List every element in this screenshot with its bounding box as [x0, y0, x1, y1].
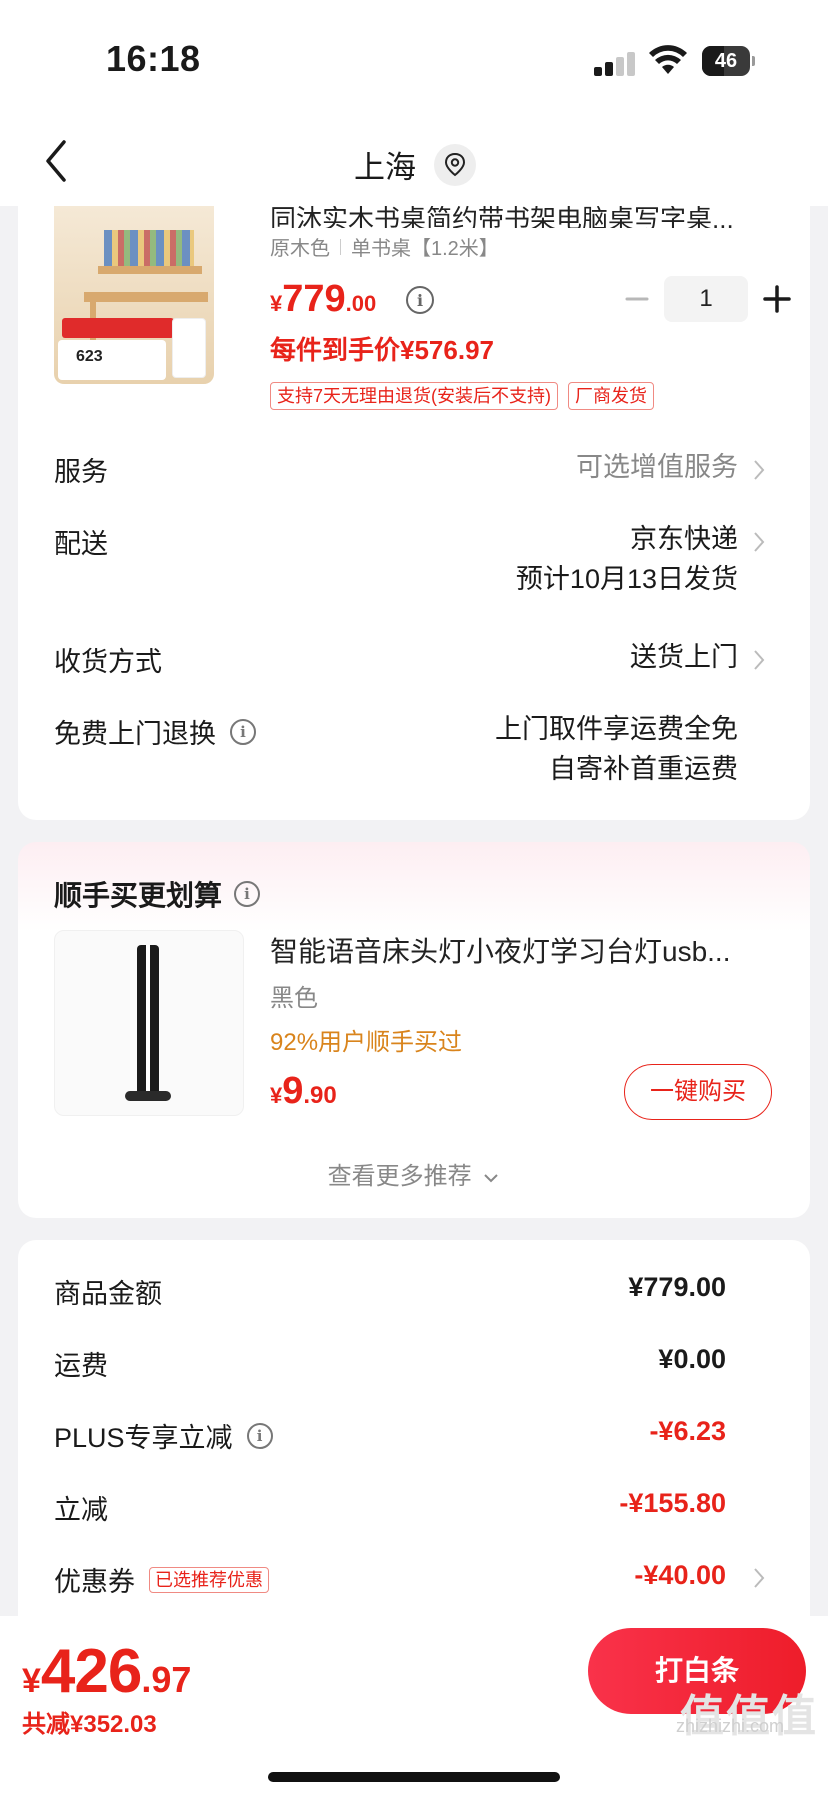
watermark-text: zhizhizhi.com [676, 1716, 785, 1736]
total-symbol: ¥ [22, 1662, 41, 1700]
vendor-shipping-tag: 厂商发货 [568, 382, 654, 410]
free-return-label: 免费上门退换 [54, 719, 216, 749]
bundle-info-icon[interactable]: i [234, 881, 261, 907]
product-name[interactable]: 同沐实木书桌简约带书架电脑桌写字桌... [270, 206, 780, 228]
coupon-row[interactable]: 优惠券 已选推荐优惠 -¥40.00 [18, 1560, 810, 1600]
service-row[interactable]: 服务 可选增值服务 [18, 450, 810, 500]
bundle-title-group: 顺手买更划算 i [54, 874, 261, 914]
spec-divider [340, 238, 341, 255]
nav-bar: 上海 [0, 118, 828, 206]
instant-discount-value: -¥155.80 [619, 1488, 726, 1518]
total-price: ¥ 426 .97 [22, 1636, 191, 1707]
one-click-buy-button[interactable]: 一键购买 [624, 1064, 772, 1120]
price-integer: 9 [282, 1070, 304, 1112]
status-bar: 16:18 46 [0, 0, 828, 118]
quantity-minus-button[interactable] [622, 284, 652, 314]
status-time: 16:18 [106, 38, 201, 79]
delivery-label: 配送 [54, 529, 108, 559]
free-return-info-icon[interactable]: i [230, 718, 256, 745]
more-recommendations-link[interactable]: 查看更多推荐 [18, 1156, 810, 1191]
plus-discount-row: PLUS专享立减 i -¥6.23 [18, 1416, 810, 1456]
plus-info-icon[interactable]: i [246, 1422, 273, 1449]
free-return-label-group: 免费上门退换 i [54, 712, 256, 751]
shipping-row: 运费 ¥0.00 [18, 1344, 810, 1384]
product-spec-size: 单书桌【1.2米】 [351, 238, 499, 260]
chevron-right-icon [754, 650, 765, 670]
receive-method-row[interactable]: 收货方式 送货上门 [18, 640, 810, 690]
service-tags: 支持7天无理由退货(安装后不支持) 厂商发货 [270, 382, 654, 410]
price-symbol: ¥ [270, 291, 283, 316]
chevron-down-icon [484, 1173, 499, 1183]
bundle-product-image[interactable] [54, 930, 244, 1116]
price-decimal: .90 [303, 1082, 337, 1109]
battery-level: 46 [714, 50, 738, 72]
goods-amount-row: 商品金额 ¥779.00 [18, 1272, 810, 1312]
free-return-value-2: 自寄补首重运费 [549, 754, 738, 784]
bundle-title: 顺手买更划算 [54, 880, 223, 911]
product-spec-color: 原木色 [270, 238, 330, 260]
plus-discount-value: -¥6.23 [649, 1416, 726, 1446]
bundle-card: 顺手买更划算 i 智能语音床头灯小夜灯学习台灯usb... 黑色 92%用户顺手… [18, 842, 810, 1218]
coupon-value: -¥40.00 [634, 1560, 726, 1590]
back-arrow-icon[interactable] [38, 136, 72, 186]
instant-discount-label: 立减 [54, 1495, 108, 1525]
plus-discount-label: PLUS专享立减 [54, 1423, 233, 1453]
quantity-value[interactable]: 1 [664, 276, 748, 322]
location-selector[interactable]: 上海 [354, 142, 476, 187]
coupon-selected-tag: 已选推荐优惠 [149, 1566, 269, 1593]
service-label: 服务 [54, 457, 108, 487]
nav-title: 上海 [354, 150, 416, 185]
chevron-right-icon [754, 460, 765, 480]
coupon-label-group: 优惠券 已选推荐优惠 [54, 1560, 269, 1599]
signal-icon [594, 52, 636, 76]
price-symbol: ¥ [270, 1083, 283, 1108]
product-price: ¥ 779 .00 [270, 278, 376, 321]
location-pin-icon [434, 143, 476, 186]
goods-amount-label: 商品金额 [54, 1279, 162, 1309]
battery-icon: 46 [702, 46, 755, 76]
chevron-right-icon [754, 1568, 765, 1588]
checkout-bar: ¥ 426 .97 共减¥352.03 打白条 值值值 zhizhizhi.co… [0, 1616, 828, 1796]
shipping-label: 运费 [54, 1351, 108, 1381]
return-policy-tag: 支持7天无理由退货(安装后不支持) [270, 382, 558, 410]
free-return-row: 免费上门退换 i 上门取件享运费全免 自寄补首重运费 [18, 712, 810, 802]
coupon-label: 优惠券 [54, 1567, 135, 1597]
wifi-icon [649, 45, 687, 74]
total-decimal: .97 [141, 1659, 192, 1700]
service-value: 可选增值服务 [576, 452, 738, 482]
shipping-value: ¥0.00 [658, 1344, 726, 1374]
bundle-product-price: ¥ 9 .90 [270, 1070, 337, 1113]
delivery-row[interactable]: 配送 京东快递 预计10月13日发货 [18, 522, 810, 612]
final-unit-price: 每件到手价¥576.97 [270, 335, 494, 365]
quantity-plus-button[interactable] [760, 282, 794, 316]
more-recommendations-label: 查看更多推荐 [327, 1163, 472, 1190]
price-integer: 779 [282, 278, 346, 320]
order-item-card: 623 同沐实木书桌简约带书架电脑桌写字桌... 原木色 单书桌【1.2米】 ¥… [18, 206, 810, 820]
receive-method-value: 送货上门 [630, 642, 738, 672]
total-saved: 共减¥352.03 [22, 1711, 157, 1738]
product-spec: 原木色 单书桌【1.2米】 [270, 232, 499, 261]
free-return-value-1: 上门取件享运费全免 [495, 714, 738, 744]
plus-discount-label-group: PLUS专享立减 i [54, 1416, 273, 1455]
price-decimal: .00 [345, 291, 377, 316]
instant-discount-row: 立减 -¥155.80 [18, 1488, 810, 1528]
product-image[interactable]: 623 [54, 206, 214, 384]
goods-amount-value: ¥779.00 [628, 1272, 726, 1302]
receive-method-label: 收货方式 [54, 647, 162, 677]
total-integer: 426 [40, 1637, 142, 1706]
home-indicator[interactable] [268, 1772, 560, 1782]
price-info-icon[interactable]: i [406, 286, 434, 314]
bundle-buy-stat: 92%用户顺手买过 [270, 1029, 463, 1056]
bundle-product-color: 黑色 [270, 985, 318, 1012]
product-image-number: 623 [76, 348, 103, 365]
bundle-product-name[interactable]: 智能语音床头灯小夜灯学习台灯usb... [270, 930, 780, 970]
delivery-value: 京东快递 [630, 524, 738, 554]
delivery-eta: 预计10月13日发货 [515, 564, 738, 594]
chevron-right-icon [754, 532, 765, 552]
